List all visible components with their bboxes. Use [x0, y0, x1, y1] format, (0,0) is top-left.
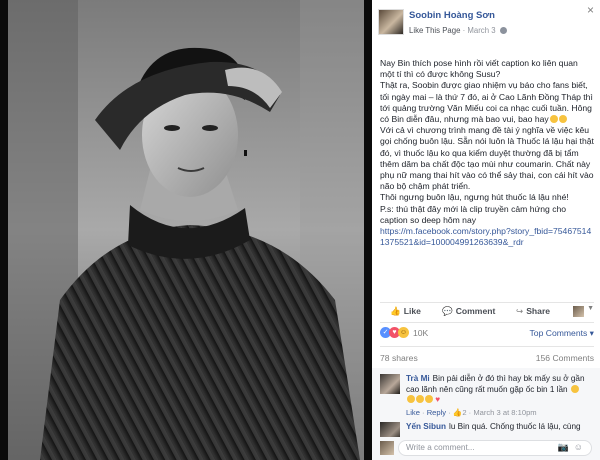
- post-actions: 👍 Like 💬 Comment ↪ Share ▼: [380, 305, 594, 320]
- comment-text: lu Bin quá. Chống thuốc lá lậu, cùng: [449, 422, 581, 431]
- reaction-count[interactable]: 10K: [413, 328, 428, 338]
- user-avatar: [380, 441, 394, 455]
- comment-author[interactable]: Trà Mi: [406, 374, 430, 383]
- comment-meta: Like · Reply · 👍2 · March 3 at 8:10pm: [406, 407, 537, 417]
- comment-input[interactable]: Write a comment... 📷 ☺: [398, 440, 592, 456]
- divider: [380, 346, 594, 347]
- post-date[interactable]: March 3: [467, 26, 495, 35]
- divider: [380, 322, 594, 323]
- comment-time[interactable]: March 3 at 8:10pm: [473, 408, 536, 417]
- like-page-link[interactable]: Like This Page: [409, 26, 460, 35]
- comment-emoji-row: ♥: [406, 395, 592, 406]
- share-icon: ↪: [516, 306, 524, 316]
- comment-body: Yến Sibun lu Bin quá. Chống thuốc lá lậu,…: [406, 422, 592, 433]
- divider: [380, 302, 594, 303]
- chevron-down-icon[interactable]: ▼: [587, 305, 594, 312]
- act-as-avatar[interactable]: [573, 306, 584, 317]
- comment-count[interactable]: 156 Comments: [536, 353, 594, 363]
- comment-like-count: 2: [462, 407, 467, 417]
- caption-paragraph-3: Với cả vì chương trình mang đề tài ý ngh…: [380, 125, 594, 192]
- like-button[interactable]: 👍 Like: [390, 306, 421, 317]
- caption-link[interactable]: https://m.facebook.com/story.php?story_f…: [380, 226, 594, 248]
- share-count[interactable]: 78 shares: [380, 353, 418, 363]
- comment-composer: Write a comment... 📷 ☺: [372, 437, 600, 460]
- grin-emoji-icon: [549, 115, 558, 124]
- haha-reaction-icon: ☺: [398, 327, 409, 338]
- comment-body: Trà Mi Bin pải diễn ở đó thì hay bk mấy s…: [406, 374, 592, 418]
- comment-like-thumb-icon: 👍: [452, 407, 463, 417]
- post-detail-panel: Soobin Hoàng Sơn Like This Page · March …: [372, 0, 600, 460]
- comment-button[interactable]: 💬 Comment: [442, 306, 495, 317]
- smile-emoji-icon: [425, 395, 433, 404]
- grin-emoji-icon: [558, 115, 567, 124]
- emoji-picker-icon[interactable]: ☺: [574, 442, 583, 452]
- top-comments-dropdown[interactable]: Top Comments ▾: [530, 328, 595, 339]
- globe-icon: [499, 27, 507, 34]
- smile-emoji-icon: [407, 395, 415, 404]
- caption-paragraph-5: P.s: thú thật đây mới là clip truyền cảm…: [380, 203, 567, 225]
- comment-like-link[interactable]: Like: [406, 408, 420, 417]
- comment-text: Bin pải diễn ở đó thì hay bk mấy su ở gầ…: [406, 374, 585, 394]
- page-avatar[interactable]: [378, 9, 404, 35]
- comment-reply-link[interactable]: Reply: [427, 408, 446, 417]
- photo-image: [0, 0, 372, 460]
- comment-label: Comment: [455, 306, 496, 316]
- sad-emoji-icon: [570, 384, 579, 393]
- post-header: Soobin Hoàng Sơn Like This Page · March …: [372, 0, 600, 50]
- reactions-bar[interactable]: ✓ ♥ ☺ 10K Top Comments ▾: [380, 327, 594, 341]
- like-label: Like: [403, 306, 421, 316]
- page-name[interactable]: Soobin Hoàng Sơn: [409, 10, 495, 21]
- post-caption: Nay Bin thích pose hình rồi viết caption…: [380, 58, 594, 248]
- comment-author[interactable]: Yến Sibun: [406, 422, 446, 431]
- post-photo[interactable]: [0, 0, 372, 460]
- thumb-icon: 👍: [390, 306, 401, 316]
- comment-icon: 💬: [442, 306, 453, 316]
- share-label: Share: [526, 306, 551, 316]
- share-button[interactable]: ↪ Share: [516, 306, 550, 317]
- post-meta: Like This Page · March 3: [409, 26, 507, 35]
- commenter-avatar[interactable]: [380, 374, 400, 394]
- heart-emoji-icon: ♥: [435, 395, 441, 405]
- comment-placeholder: Write a comment...: [406, 443, 475, 452]
- camera-icon[interactable]: 📷: [558, 442, 569, 453]
- caption-paragraph-1: Nay Bin thích pose hình rồi viết caption…: [380, 58, 578, 80]
- close-icon[interactable]: ×: [587, 4, 594, 16]
- caption-paragraph-2: Thật ra, Soobin được giao nhiệm vụ báo c…: [380, 80, 594, 125]
- caption-paragraph-4: Thôi ngưng buôn lậu, ngưng hút thuốc lá …: [380, 192, 569, 203]
- post-stats: 78 shares 156 Comments: [380, 353, 594, 365]
- smile-emoji-icon: [416, 395, 424, 404]
